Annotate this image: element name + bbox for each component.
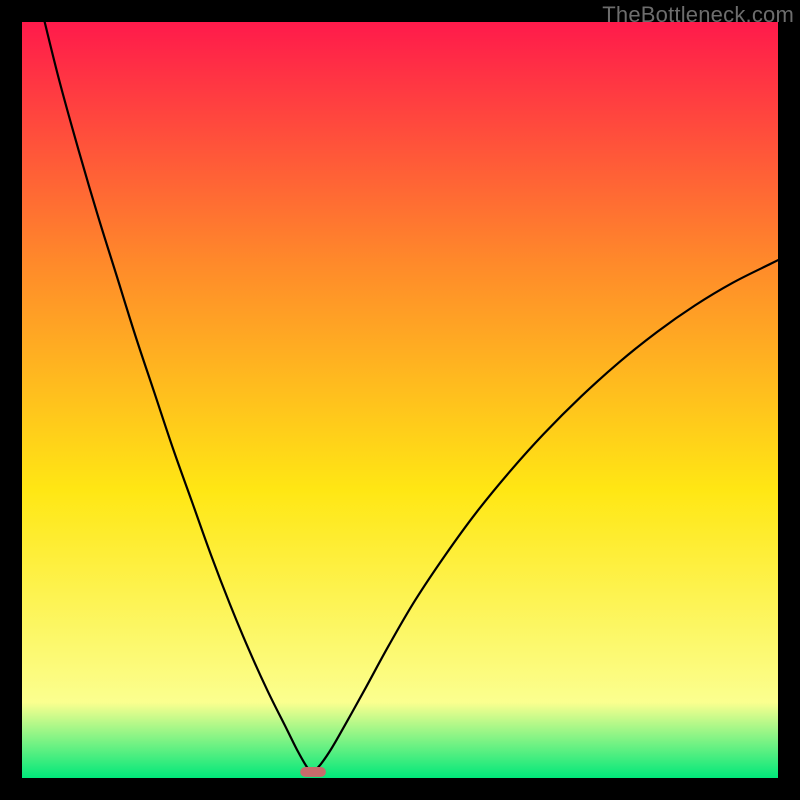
bottleneck-marker — [300, 767, 326, 777]
chart-frame — [22, 22, 778, 778]
gradient-background — [22, 22, 778, 778]
watermark-text: TheBottleneck.com — [602, 2, 794, 28]
bottleneck-chart — [22, 22, 778, 778]
